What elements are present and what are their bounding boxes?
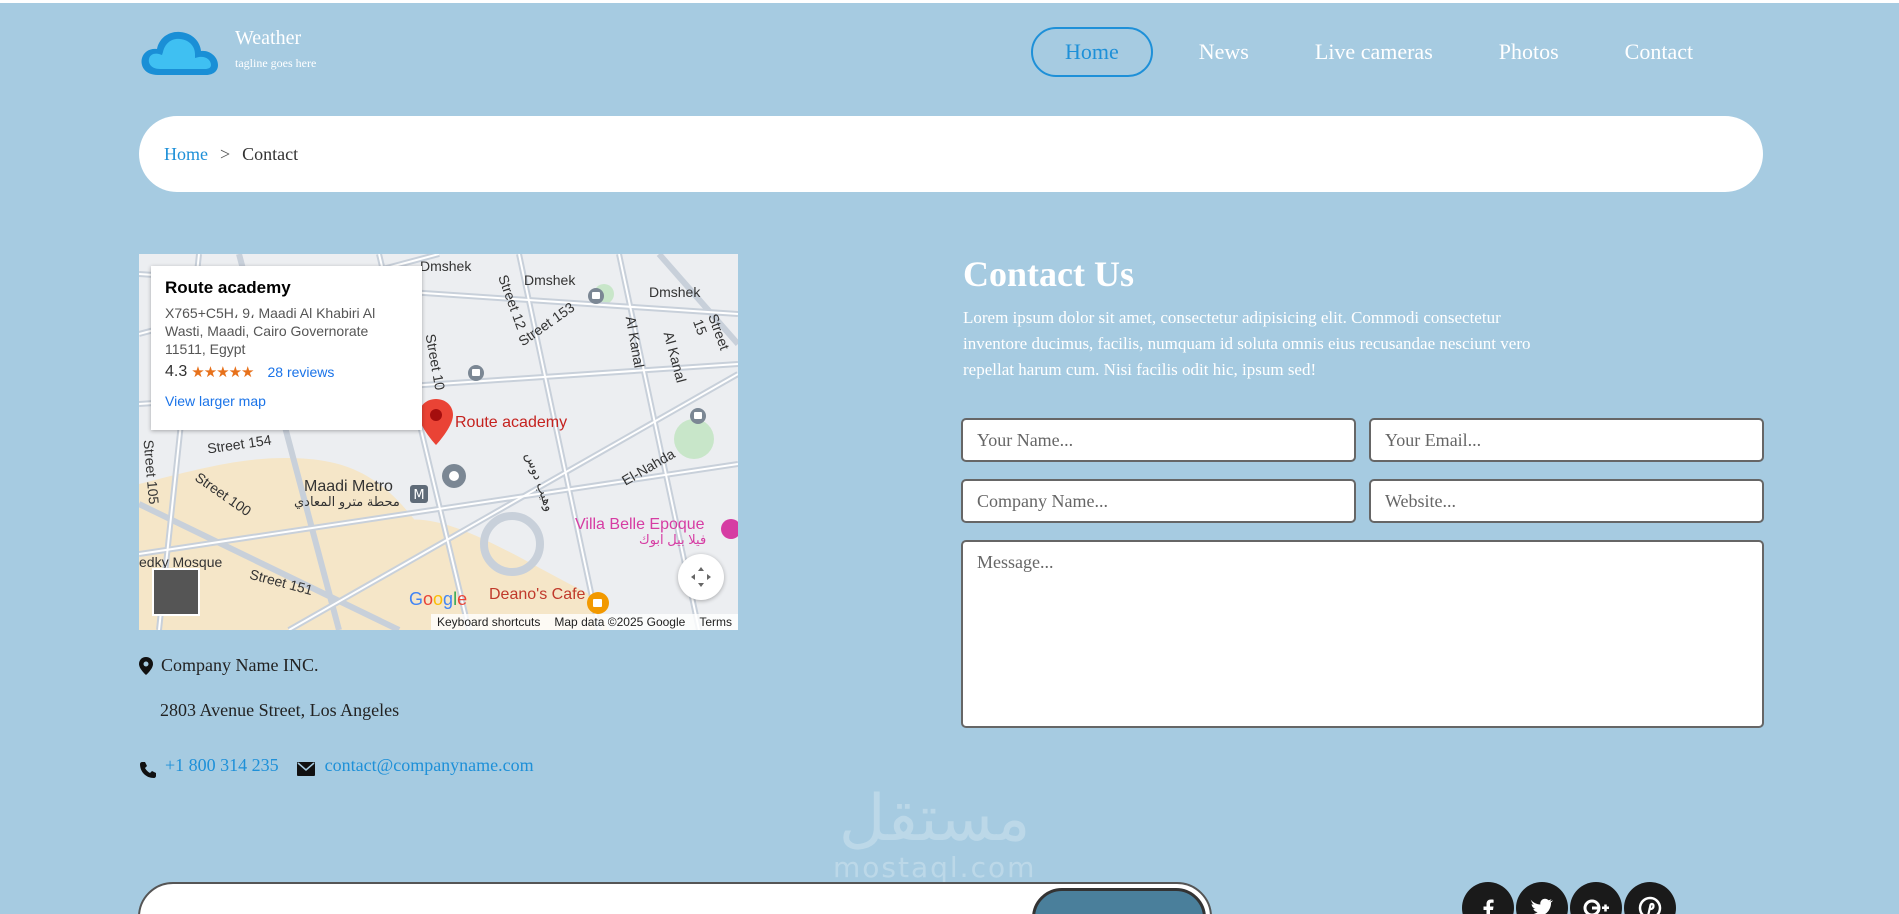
phone-icon: [140, 762, 156, 778]
map-place-name: Route academy: [165, 278, 291, 297]
map-layer-thumbnail[interactable]: [152, 568, 200, 616]
location-marker-icon: [442, 464, 466, 488]
keyboard-shortcuts-link[interactable]: Keyboard shortcuts: [437, 615, 540, 629]
contact-title: Contact Us: [963, 254, 1134, 294]
newsletter-subscribe-button[interactable]: [1032, 888, 1206, 914]
shopping-icon: [721, 519, 738, 539]
map-footer: Keyboard shortcuts Map data ©2025 Google…: [431, 614, 738, 630]
envelope-icon: [296, 762, 315, 776]
nav-home[interactable]: Home: [1031, 27, 1153, 77]
bus-stop-icon: [690, 408, 706, 424]
map-label-maadi-metro-ar: محطة مترو المعادي: [294, 494, 400, 509]
company-address: 2803 Avenue Street, Los Angeles: [160, 700, 400, 720]
google-plus-icon[interactable]: [1570, 882, 1622, 914]
breadcrumb-home-link[interactable]: Home: [164, 144, 208, 165]
map-info-card: Route academy X765+C5H، 9، Maadi Al Khab…: [151, 266, 422, 430]
map-label-dmshek: Dmshek: [649, 284, 701, 300]
svg-text:M: M: [413, 488, 424, 503]
move-arrows-icon: [691, 567, 711, 587]
cafe-icon: [587, 592, 609, 614]
breadcrumb-separator: >: [220, 143, 231, 164]
brand-name: Weather: [235, 27, 302, 49]
map-pin-label: Route academy: [455, 414, 568, 431]
company-row: Company Name INC.: [139, 655, 534, 676]
bus-stop-icon: [468, 365, 484, 381]
contact-description: Lorem ipsum dolor sit amet, consectetur …: [963, 308, 1531, 379]
cloud-logo-icon[interactable]: [138, 27, 220, 79]
pinterest-icon[interactable]: [1624, 882, 1676, 914]
website-input[interactable]: [1369, 479, 1764, 523]
map-fullscreen-button[interactable]: [678, 554, 724, 600]
view-larger-map-link[interactable]: View larger map: [165, 393, 408, 409]
map-label-dmshek: Dmshek: [524, 272, 576, 288]
map-label-cafe: Deano's Cafe: [489, 586, 586, 603]
company-input[interactable]: [961, 479, 1356, 523]
facebook-icon[interactable]: [1462, 882, 1514, 914]
map-reviews-link[interactable]: 28 reviews: [268, 364, 335, 380]
nav-live-cameras[interactable]: Live cameras: [1291, 27, 1457, 77]
bus-stop-icon: [588, 288, 604, 304]
rating-stars-icon: ★★★★★: [191, 364, 254, 381]
main-nav: Home News Live cameras Photos Contact: [1031, 27, 1735, 77]
google-logo: Google: [409, 589, 468, 609]
email-input[interactable]: [1369, 418, 1764, 462]
map-label-villa-ar: فيلا بيل ابوك: [639, 532, 707, 547]
map-data-credit: Map data ©2025 Google: [554, 615, 686, 629]
nav-news[interactable]: News: [1175, 27, 1273, 77]
watermark-logo: مستقل mostaql.com: [833, 787, 1036, 884]
contact-links: +1 800 314 235 contact@companyname.com: [139, 751, 534, 779]
site-header: Weather tagline goes here Home News Live…: [0, 3, 1899, 103]
map-rating-row: 4.3 ★★★★★ 28 reviews: [165, 363, 408, 381]
map-rating-value: 4.3: [165, 363, 188, 380]
brand-tagline: tagline goes here: [235, 56, 317, 70]
brand[interactable]: Weather tagline goes here: [235, 27, 316, 71]
email-link[interactable]: contact@companyname.com: [325, 755, 534, 776]
map-place-address: X765+C5H، 9، Maadi Al Khabiri Al Wasti, …: [165, 305, 376, 357]
watermark-arabic: مستقل: [838, 782, 1031, 856]
contact-info: Company Name INC. 2803 Avenue Street, Lo…: [139, 655, 534, 779]
phone-link[interactable]: +1 800 314 235: [165, 755, 279, 776]
nav-contact[interactable]: Contact: [1601, 27, 1717, 77]
breadcrumb-current: Contact: [242, 143, 299, 164]
map-terms-link[interactable]: Terms: [699, 615, 732, 629]
name-input[interactable]: [961, 418, 1356, 462]
map-marker-icon: [139, 656, 153, 675]
google-map[interactable]: Dmshek Dmshek Dmshek Street 12 Street 15…: [139, 254, 738, 630]
breadcrumb: Home > Contact: [139, 116, 1763, 192]
message-textarea[interactable]: [961, 540, 1764, 728]
watermark-latin: mostaql.com: [833, 851, 1037, 884]
nav-photos[interactable]: Photos: [1475, 27, 1583, 77]
map-pin-icon[interactable]: [419, 399, 453, 445]
metro-icon: M: [410, 485, 428, 503]
company-name: Company Name INC.: [161, 655, 319, 675]
twitter-icon[interactable]: [1516, 882, 1568, 914]
map-label-dmshek: Dmshek: [420, 258, 472, 274]
